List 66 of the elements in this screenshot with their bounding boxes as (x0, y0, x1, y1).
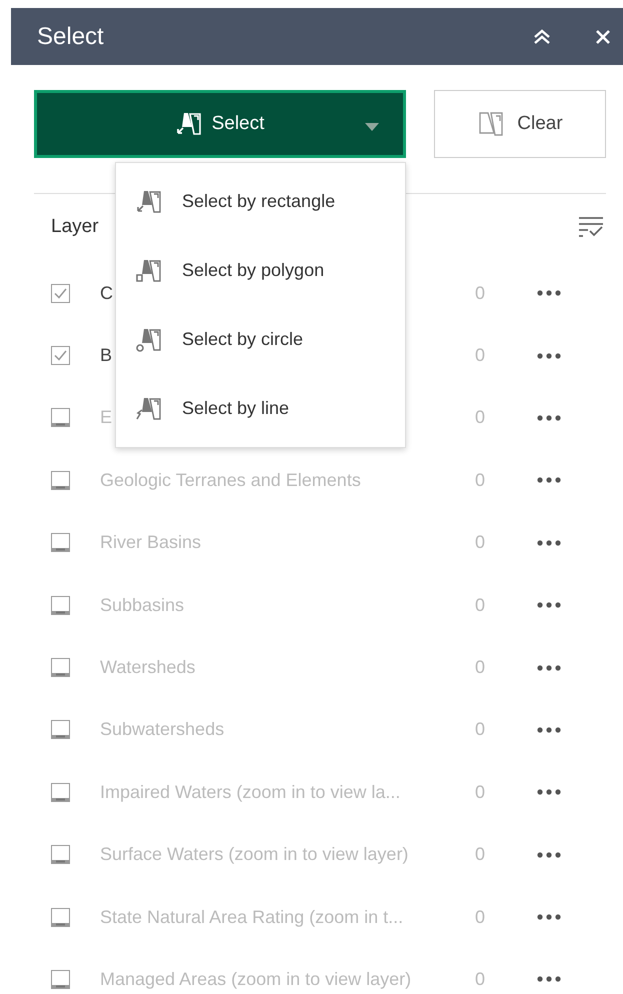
selection-count: 0 (475, 532, 486, 554)
clear-tool-icon (477, 110, 506, 138)
more-options-icon[interactable] (537, 477, 561, 484)
selection-count: 0 (475, 470, 486, 491)
checkbox[interactable] (51, 908, 70, 927)
collapse-icon[interactable] (533, 28, 551, 44)
select-tool-icon (136, 396, 162, 422)
selection-count: 0 (475, 345, 486, 366)
checkbox[interactable] (51, 284, 70, 303)
checkbox[interactable] (51, 782, 70, 802)
more-options-icon[interactable] (537, 414, 561, 421)
select-button[interactable]: Select (34, 90, 406, 158)
menu-item[interactable]: Select by rectangle (116, 167, 405, 236)
caret-icon (365, 123, 379, 131)
more-options-icon[interactable] (537, 602, 561, 608)
select-tool-icon (136, 326, 162, 352)
close-icon[interactable] (595, 28, 611, 44)
checkbox[interactable] (51, 470, 70, 490)
selection-count: 0 (475, 282, 486, 304)
checkbox[interactable] (51, 970, 70, 989)
layer-name: C (100, 282, 113, 303)
layer-name: Surface Waters (zoom in to view layer) (100, 844, 408, 864)
more-options-icon[interactable] (537, 789, 561, 796)
layer-name: Subwatersheds (100, 719, 224, 740)
more-options-icon[interactable] (537, 852, 561, 858)
selection-count: 0 (475, 906, 486, 928)
checkbox[interactable] (51, 533, 70, 552)
selection-count: 0 (475, 968, 486, 990)
more-options-icon[interactable] (537, 914, 561, 920)
more-options-icon[interactable] (537, 726, 561, 733)
layer-name: Geologic Terranes and Elements (100, 470, 361, 490)
layer-name: E (100, 407, 112, 428)
layer-name: State Natural Area Rating (zoom in t... (100, 906, 404, 927)
selection-count: 0 (475, 782, 486, 803)
checkbox[interactable] (51, 845, 70, 864)
more-options-icon[interactable] (537, 664, 561, 671)
clear-button[interactable]: Clear (434, 90, 606, 158)
checkbox[interactable] (51, 408, 70, 428)
menu-item[interactable]: Select by circle (116, 305, 405, 374)
menu-item[interactable]: Select by line (116, 374, 405, 443)
layer-name: B (100, 345, 112, 366)
select-tool-icon (176, 111, 202, 137)
checkbox[interactable] (51, 658, 70, 678)
layer-name: Watersheds (100, 657, 196, 678)
checkbox[interactable] (51, 346, 70, 366)
select-tool-icon (136, 188, 162, 214)
layer-name: River Basins (100, 532, 202, 552)
select-tool-icon (136, 258, 162, 284)
column-header: Layer (51, 216, 99, 238)
selection-count: 0 (475, 407, 486, 428)
selection-count: 0 (475, 594, 486, 616)
panel-title: Select (37, 22, 105, 50)
filter-list-icon[interactable] (578, 215, 604, 239)
more-options-icon[interactable] (537, 540, 561, 546)
layer-name: Subbasins (100, 594, 184, 615)
selection-count: 0 (475, 657, 486, 678)
layer-name: Impaired Waters (zoom in to view la... (100, 782, 400, 802)
selection-count: 0 (475, 719, 486, 740)
layer-name: Managed Areas (zoom in to view layer) (100, 968, 412, 989)
more-options-icon[interactable] (537, 352, 561, 359)
selection-count: 0 (475, 844, 486, 866)
more-options-icon[interactable] (537, 976, 561, 982)
more-options-icon[interactable] (537, 290, 561, 296)
checkbox[interactable] (51, 596, 70, 615)
menu-item[interactable]: Select by polygon (116, 236, 405, 305)
checkbox[interactable] (51, 720, 70, 740)
